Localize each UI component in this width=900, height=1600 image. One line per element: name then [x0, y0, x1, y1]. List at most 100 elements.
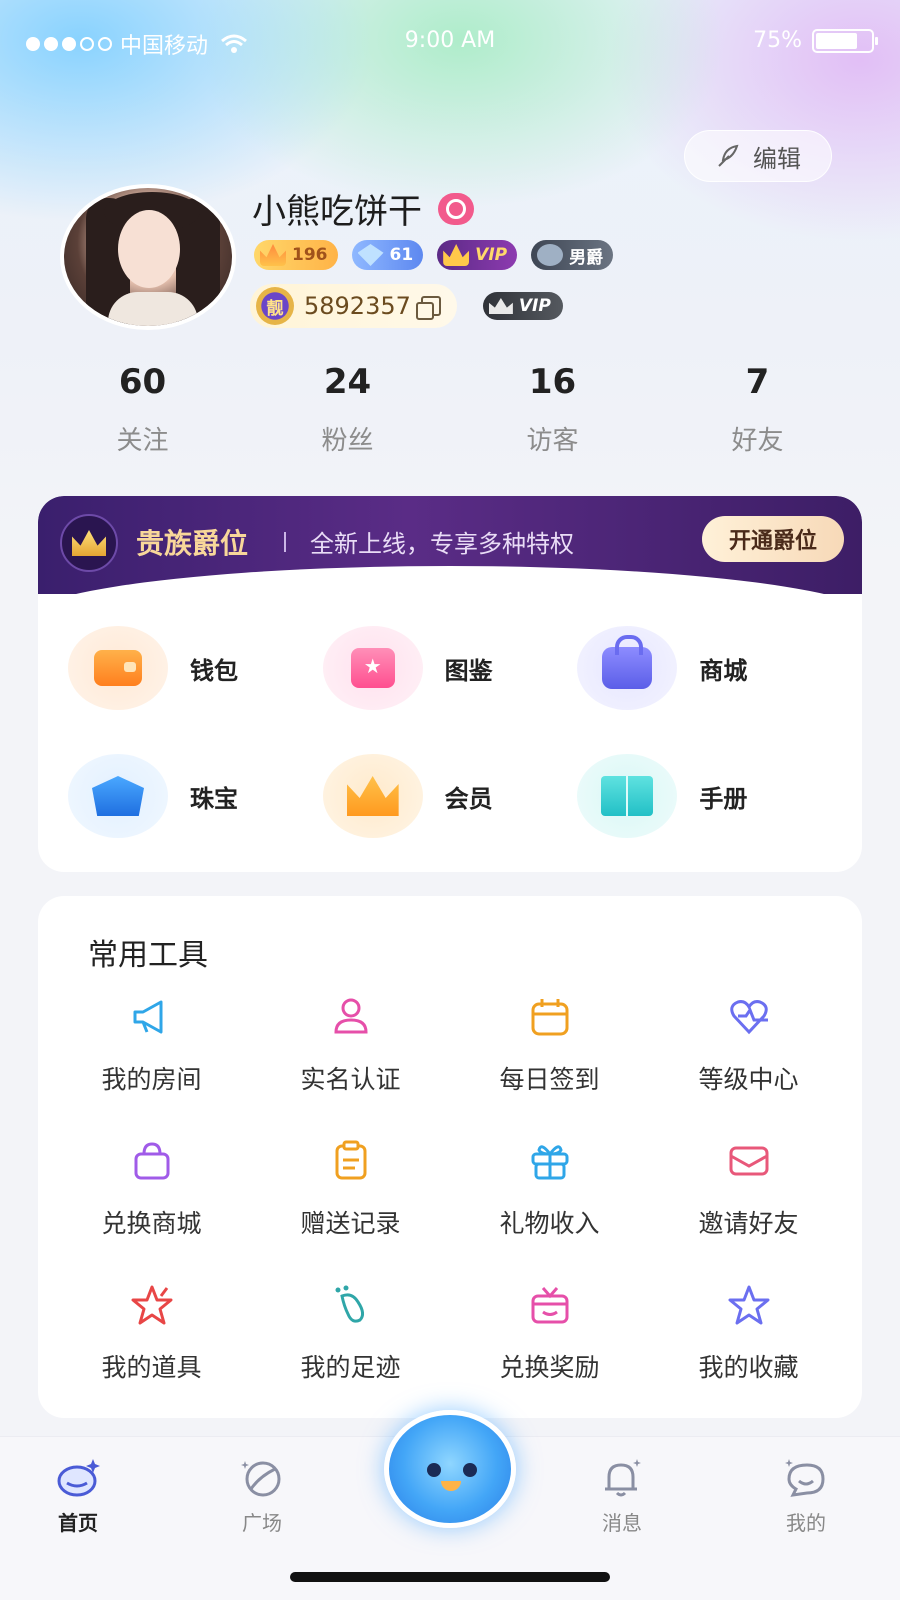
home-planet-icon [57, 1459, 100, 1497]
feature-membership[interactable]: 会员 [322, 746, 578, 846]
feature-label: 会员 [444, 784, 493, 813]
tab-home[interactable]: 首页 [28, 1455, 128, 1536]
stat-friends[interactable]: 7 好友 [655, 362, 860, 457]
chat-face-icon [785, 1459, 825, 1497]
tool-label: 我的足迹 [300, 1353, 401, 1382]
tool-level-center[interactable]: 等级中心 [649, 994, 848, 1108]
mascot-eye-icon [427, 1463, 441, 1477]
user-id-pill[interactable]: 靓 5892357 [250, 284, 457, 328]
tab-label: 首页 [58, 1511, 98, 1535]
stat-visitors[interactable]: 16 访客 [450, 362, 655, 457]
feature-jewelry[interactable]: 珠宝 [68, 746, 323, 846]
stats-row: 60 关注 24 粉丝 16 访客 7 好友 [40, 362, 860, 457]
wallet-icon [68, 626, 168, 710]
tool-gift-records[interactable]: 赠送记录 [251, 1138, 450, 1252]
crown-icon [260, 244, 286, 266]
stat-number: 24 [323, 362, 372, 402]
noble-badge[interactable]: 男爵 [531, 240, 614, 270]
tool-my-favorites[interactable]: 我的收藏 [649, 1282, 848, 1396]
stat-label: 关注 [116, 426, 169, 456]
noble-banner[interactable]: 贵族爵位 全新上线，专享多种特权 开通爵位 [38, 496, 862, 622]
tab-label: 我的 [786, 1511, 826, 1535]
tool-daily-checkin[interactable]: 每日签到 [450, 994, 649, 1108]
stat-label: 粉丝 [321, 426, 374, 456]
feature-mall[interactable]: 商城 [577, 618, 832, 718]
book-icon [577, 754, 678, 838]
noble-crown-icon [60, 514, 118, 572]
tool-my-footprint[interactable]: 我的足迹 [251, 1282, 450, 1396]
tab-messages[interactable]: 消息 [572, 1455, 672, 1536]
tool-gift-income[interactable]: 礼物收入 [450, 1138, 649, 1252]
noble-subtitle: 全新上线，专享多种特权 [310, 530, 574, 558]
wealth-level-badge[interactable]: 196 [254, 240, 338, 270]
tool-label: 我的道具 [101, 1353, 202, 1382]
calendar-icon [531, 999, 568, 1036]
user-id: 5892357 [304, 292, 411, 320]
stat-number: 16 [528, 362, 577, 402]
stat-number: 60 [118, 362, 167, 402]
tool-label: 兑换商城 [101, 1209, 202, 1238]
status-bar: 中国移动 9:00 AM 75% [0, 24, 900, 64]
center-mascot-button[interactable] [384, 1410, 516, 1528]
gift-box-icon [322, 626, 423, 710]
edit-profile-button[interactable]: 编辑 [684, 130, 832, 182]
feature-grid: 钱包 图鉴 商城 珠宝 会员 手册 [38, 618, 862, 846]
feather-pen-icon [718, 144, 739, 167]
tab-square[interactable]: 广场 [212, 1455, 312, 1536]
shield-icon [537, 244, 564, 266]
battery-percent: 75% [753, 28, 802, 53]
tool-real-name[interactable]: 实名认证 [251, 994, 450, 1108]
noble-label: 男爵 [569, 247, 604, 268]
battery-info: 75% [753, 28, 878, 53]
noble-card: 贵族爵位 全新上线，专享多种特权 开通爵位 钱包 图鉴 商城 珠宝 会员 手册 [38, 496, 862, 872]
gift-icon [531, 1145, 568, 1180]
feature-label: 珠宝 [190, 784, 238, 813]
crown-icon [443, 244, 470, 266]
battery-icon [812, 28, 878, 53]
tab-label: 消息 [602, 1511, 642, 1535]
tool-label: 等级中心 [698, 1065, 799, 1094]
avatar[interactable] [60, 184, 236, 330]
feature-wallet[interactable]: 钱包 [68, 618, 323, 718]
tools-card: 常用工具 我的房间 实名认证 每日签到 等级中心 兑换商城 赠送记录 礼物收入 [38, 896, 862, 1418]
open-noble-button[interactable]: 开通爵位 [702, 516, 844, 562]
tab-mine[interactable]: 我的 [756, 1455, 856, 1536]
stat-fans[interactable]: 24 粉丝 [245, 362, 450, 457]
tool-label: 赠送记录 [300, 1209, 401, 1238]
feature-label: 商城 [699, 656, 748, 685]
edit-label: 编辑 [753, 144, 801, 173]
home-indicator [290, 1572, 610, 1582]
footprint-icon [335, 1285, 364, 1323]
tool-label: 礼物收入 [499, 1209, 600, 1238]
divider [284, 532, 286, 552]
copy-icon[interactable] [415, 296, 441, 320]
crown-icon [488, 298, 513, 314]
feature-label: 图鉴 [444, 656, 493, 685]
tool-invite-friends[interactable]: 邀请好友 [649, 1138, 848, 1252]
stat-number: 7 [745, 362, 770, 402]
diamond-icon [357, 244, 384, 266]
tool-exchange-mall[interactable]: 兑换商城 [52, 1138, 251, 1252]
bell-icon [605, 1459, 641, 1497]
badge-row: 196 61 VIP 男爵 [254, 240, 614, 270]
crown-icon [322, 754, 423, 838]
tool-exchange-rewards[interactable]: 兑换奖励 [450, 1282, 649, 1396]
feature-label: 手册 [699, 784, 748, 813]
stat-label: 访客 [526, 426, 579, 456]
tools-title: 常用工具 [88, 938, 208, 973]
shell-icon [68, 754, 168, 838]
stat-following[interactable]: 60 关注 [40, 362, 245, 457]
wealth-level-value: 196 [292, 245, 328, 265]
tool-label: 邀请好友 [698, 1209, 799, 1238]
shopping-bag-icon [577, 626, 678, 710]
vip-level-badge[interactable]: VIP [482, 292, 563, 320]
vip-badge[interactable]: VIP [437, 240, 518, 270]
feature-handbook[interactable]: 手册 [577, 746, 832, 846]
tools-grid: 我的房间 实名认证 每日签到 等级中心 兑换商城 赠送记录 礼物收入 邀请好友 [52, 994, 848, 1396]
feature-collection[interactable]: 图鉴 [322, 618, 578, 718]
charm-level-badge[interactable]: 61 [351, 240, 424, 270]
stat-label: 好友 [731, 426, 784, 456]
tool-my-props[interactable]: 我的道具 [52, 1282, 251, 1396]
clipboard-icon [335, 1140, 366, 1180]
tool-my-room[interactable]: 我的房间 [52, 994, 251, 1108]
